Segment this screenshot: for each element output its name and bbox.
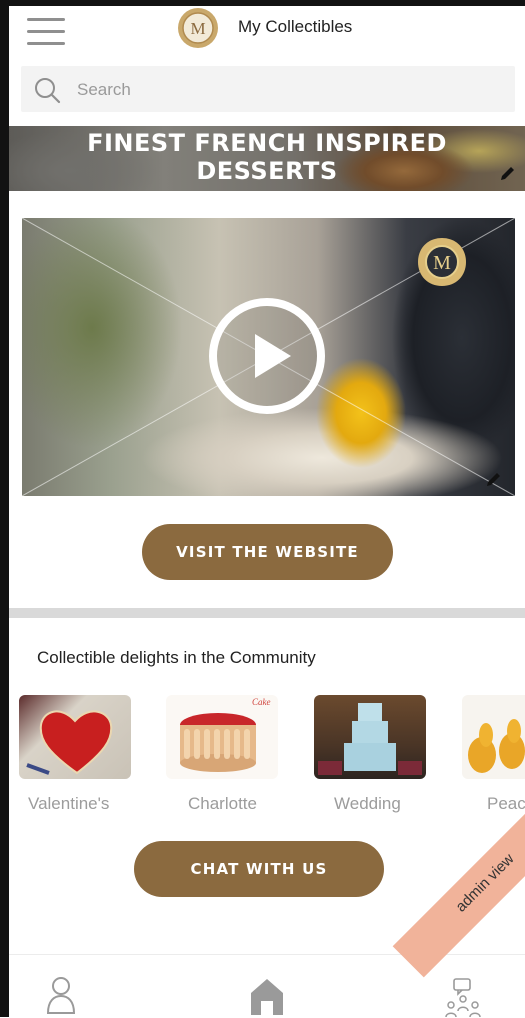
banner-title-line-1: FINEST FRENCH INSPIRED [87,129,447,157]
community-chat-icon[interactable] [442,977,484,1017]
logo-letter: M [190,19,205,38]
admin-view-label: admin view [452,850,518,916]
card-label-charlotte: Charlotte [188,794,257,813]
video-badge-letter: M [433,252,451,274]
search-icon [35,78,61,104]
community-card-charlotte[interactable]: Cake [166,695,278,779]
home-icon[interactable] [247,975,287,1015]
video-player[interactable]: M [22,218,515,496]
community-card-wedding[interactable] [314,695,426,779]
app-header: M My Collectibles [9,6,525,58]
community-card-peach[interactable] [462,695,525,779]
banner-edit-pencil-icon[interactable] [499,164,517,182]
device-left-edge [0,0,9,1017]
play-button-icon[interactable] [207,296,327,416]
visit-website-button[interactable]: VISIT THE WEBSITE [142,524,393,580]
hero-banner: FINEST FRENCH INSPIRED DESSERTS [9,126,525,191]
bottom-navigation [9,954,525,1018]
admin-view-ribbon: admin view [392,790,525,978]
search-bar[interactable] [21,66,515,112]
banner-title-line-2: DESSERTS [196,157,338,185]
community-card-valentines[interactable] [19,695,131,779]
hamburger-menu-icon[interactable] [27,18,65,46]
profile-icon[interactable] [45,975,77,1015]
pear-dessert-image [468,719,525,773]
charlotte-image-caption: Cake [252,697,271,707]
video-edit-pencil-icon[interactable] [485,470,503,488]
heart-cake-image [26,710,113,775]
charlotte-cake-image: Cake [180,697,271,772]
card-label-valentines: Valentine's [28,794,110,813]
chat-with-us-button[interactable]: CHAT WITH US [134,841,384,897]
banner-title: FINEST FRENCH INSPIRED DESSERTS [9,129,525,185]
wedding-cake-image [318,703,422,775]
search-input[interactable] [75,75,499,105]
video-brand-badge: M [418,238,466,286]
brand-logo: M [178,8,218,48]
card-label-wedding: Wedding [334,794,401,813]
card-label-peach: Peac [487,794,525,813]
community-section-title: Collectible delights in the Community [37,648,316,667]
section-divider [9,608,525,618]
app-title: My Collectibles [238,17,353,36]
